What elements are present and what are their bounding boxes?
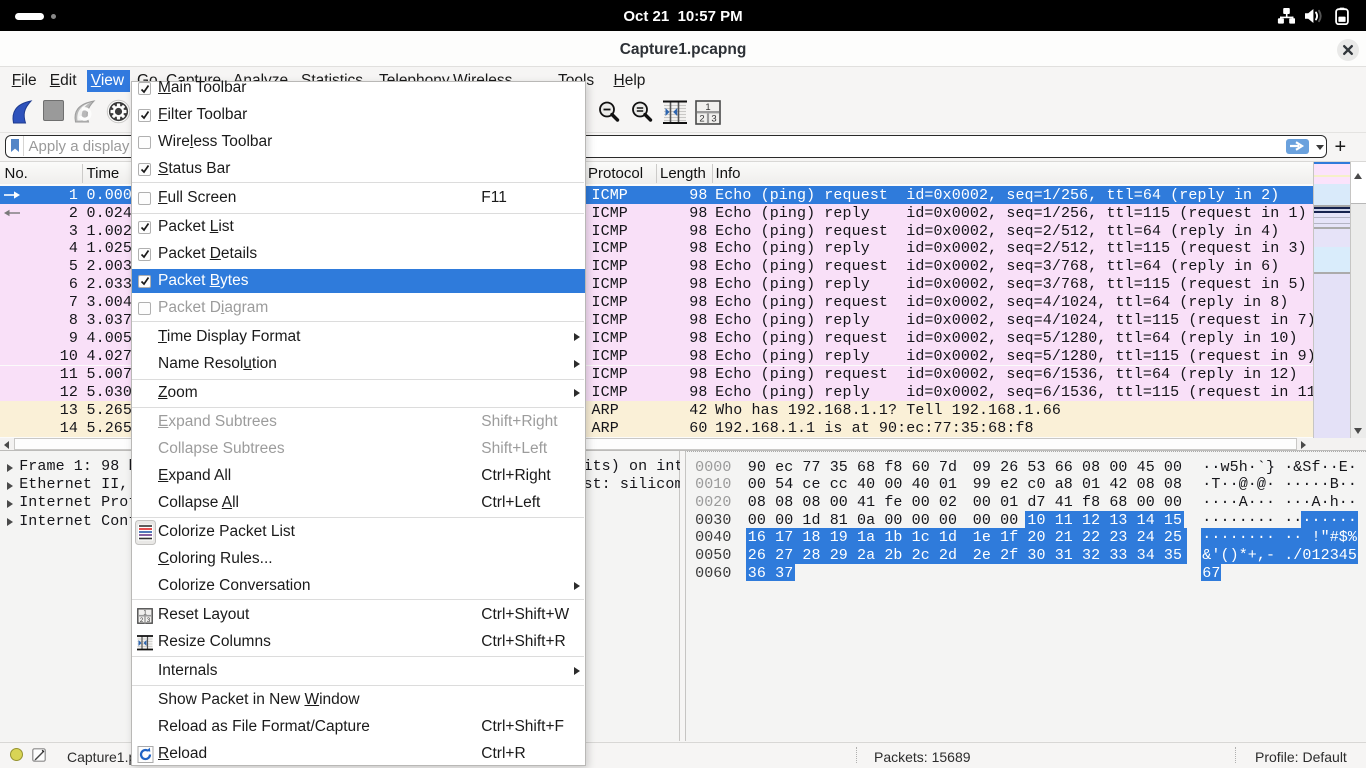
svg-text:1: 1 [705, 102, 710, 113]
svg-text:2: 2 [699, 114, 704, 125]
svg-text:3: 3 [711, 114, 716, 125]
